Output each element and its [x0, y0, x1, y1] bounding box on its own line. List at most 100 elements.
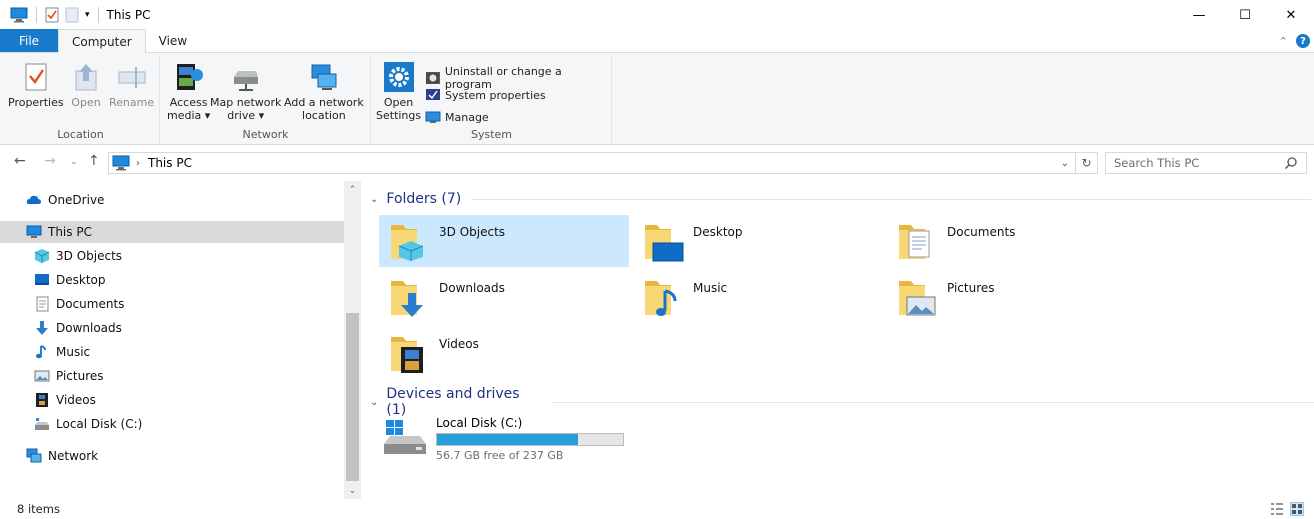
new-folder-quick-icon[interactable]: [65, 7, 79, 23]
window-controls: — ☐ ✕: [1176, 0, 1314, 30]
map-network-drive-label-1: Map network: [210, 96, 282, 109]
back-arrow-icon[interactable]: ←: [14, 153, 26, 169]
collapse-chevron-icon[interactable]: ⌄: [370, 194, 378, 205]
scroll-up-chevron-icon[interactable]: ⌃: [344, 181, 361, 198]
manage-label: Manage: [445, 110, 489, 124]
system-properties-label: System properties: [445, 88, 546, 102]
folders-section-header[interactable]: ⌄ Folders (7): [370, 191, 1312, 207]
tab-file[interactable]: File: [0, 29, 58, 52]
close-button[interactable]: ✕: [1268, 0, 1314, 30]
sidebar-item-videos[interactable]: Videos: [0, 389, 344, 411]
help-icon[interactable]: ?: [1296, 34, 1310, 48]
ribbon-group-location: Properties Open Rename Location: [2, 57, 160, 143]
address-bar[interactable]: › This PC ⌄ ↻: [108, 152, 1098, 174]
download-arrow-icon: [36, 321, 48, 335]
sidebar-item-local-disk[interactable]: Local Disk (C:): [0, 413, 344, 435]
sidebar-item-downloads[interactable]: Downloads: [0, 317, 344, 339]
this-pc-address-icon: [112, 155, 130, 171]
sidebar-item-network[interactable]: Network: [0, 445, 344, 467]
add-network-location-button[interactable]: Add a network location: [284, 61, 364, 122]
details-view-icon[interactable]: [1270, 502, 1284, 516]
qa-separator: [97, 7, 99, 23]
recent-locations-chevron-icon[interactable]: ⌄: [70, 157, 78, 167]
map-network-drive-button[interactable]: Map network drive ▾: [210, 61, 281, 122]
documents-icon: [36, 296, 49, 312]
sidebar-item-this-pc[interactable]: This PC: [0, 221, 344, 243]
folder-tile-3d-objects[interactable]: 3D Objects: [379, 215, 629, 267]
search-input[interactable]: [1114, 156, 1274, 170]
drive-free-space: 56.7 GB free of 237 GB: [436, 449, 564, 462]
scroll-down-chevron-icon[interactable]: ⌄: [344, 482, 361, 499]
folder-tile-pictures[interactable]: Pictures: [887, 271, 1137, 323]
search-box[interactable]: [1105, 152, 1307, 174]
folder-tile-documents[interactable]: Documents: [887, 215, 1137, 267]
maximize-button[interactable]: ☐: [1222, 0, 1268, 30]
forward-arrow-icon[interactable]: →: [44, 153, 56, 169]
folder-tile-desktop[interactable]: Desktop: [633, 215, 883, 267]
nav-pane-scrollbar[interactable]: ⌃ ⌄: [344, 181, 361, 499]
folder-videos-icon: [391, 337, 423, 373]
open-settings-button[interactable]: Open Settings: [376, 61, 421, 122]
refresh-icon[interactable]: ↻: [1075, 153, 1097, 173]
sidebar-item-label: Network: [48, 449, 99, 463]
desktop-icon: [35, 274, 49, 285]
folder-tile-music[interactable]: Music: [633, 271, 883, 323]
drive-tile-local-disk[interactable]: Local Disk (C:) 56.7 GB free of 237 GB: [380, 414, 660, 464]
sidebar-item-documents[interactable]: Documents: [0, 293, 344, 315]
properties-button[interactable]: Properties: [8, 61, 64, 109]
qa-separator: [36, 7, 37, 23]
this-pc-icon: [10, 7, 28, 23]
sidebar-item-onedrive[interactable]: OneDrive: [0, 189, 344, 211]
address-dropdown-chevron-icon[interactable]: ⌄: [1061, 158, 1069, 169]
section-divider: [471, 198, 1312, 200]
folder-label: Videos: [439, 337, 479, 351]
add-network-location-label-1: Add a network: [284, 96, 364, 109]
open-button[interactable]: Open: [70, 61, 102, 109]
uninstall-program-icon: [425, 72, 440, 84]
large-icons-view-icon[interactable]: [1290, 502, 1304, 516]
up-arrow-icon[interactable]: ↑: [88, 153, 100, 169]
scroll-thumb[interactable]: [346, 313, 359, 481]
drive-usage-fill: [437, 434, 579, 445]
network-location-icon: [311, 64, 337, 90]
properties-quick-icon[interactable]: [45, 7, 59, 23]
minimize-button[interactable]: —: [1176, 0, 1222, 30]
sidebar-item-pictures[interactable]: Pictures: [0, 365, 344, 387]
network-icon: [26, 448, 42, 463]
breadcrumb-chevron-icon[interactable]: ›: [136, 158, 140, 169]
collapse-chevron-icon[interactable]: ⌄: [370, 397, 378, 408]
sidebar-item-label: Videos: [56, 393, 96, 407]
navigation-pane: OneDrive This PC 3D Objects Desktop Docu…: [0, 181, 361, 499]
folder-downloads-icon: [391, 281, 423, 317]
rename-button[interactable]: Rename: [109, 61, 154, 109]
sidebar-item-label: Music: [56, 345, 91, 359]
manage-button[interactable]: Manage: [425, 109, 489, 125]
folder-desktop-icon: [645, 225, 684, 262]
address-path[interactable]: This PC: [148, 156, 192, 170]
folder-label: 3D Objects: [439, 225, 506, 239]
folder-3d-objects-icon: [391, 225, 424, 261]
system-properties-button[interactable]: System properties: [425, 87, 546, 103]
tab-computer[interactable]: Computer: [58, 29, 146, 53]
folder-label: Pictures: [947, 281, 995, 295]
tab-view[interactable]: View: [146, 29, 200, 52]
folder-documents-icon: [899, 225, 930, 259]
customize-qa-chevron-icon[interactable]: ▾: [85, 10, 90, 20]
open-settings-label-2: Settings: [376, 109, 422, 122]
access-media-label-2: media ▾: [167, 109, 211, 122]
network-drive-icon: [233, 71, 258, 91]
videos-film-icon: [36, 393, 48, 407]
sidebar-item-3d-objects[interactable]: 3D Objects: [0, 245, 344, 267]
folder-tile-videos[interactable]: Videos: [379, 327, 629, 379]
sidebar-item-music[interactable]: Music: [0, 341, 344, 363]
collapse-ribbon-chevron-icon[interactable]: ⌃: [1279, 35, 1288, 48]
open-label: Open: [71, 96, 101, 109]
sidebar-item-label: Documents: [56, 297, 125, 311]
folder-tile-downloads[interactable]: Downloads: [379, 271, 629, 323]
sidebar-item-desktop[interactable]: Desktop: [0, 269, 344, 291]
quick-access-toolbar: ▾: [0, 7, 101, 23]
local-disk-icon: [35, 418, 49, 430]
access-media-button[interactable]: Access media ▾: [167, 61, 210, 122]
folder-label: Documents: [947, 225, 1016, 239]
search-icon[interactable]: [1284, 156, 1298, 170]
